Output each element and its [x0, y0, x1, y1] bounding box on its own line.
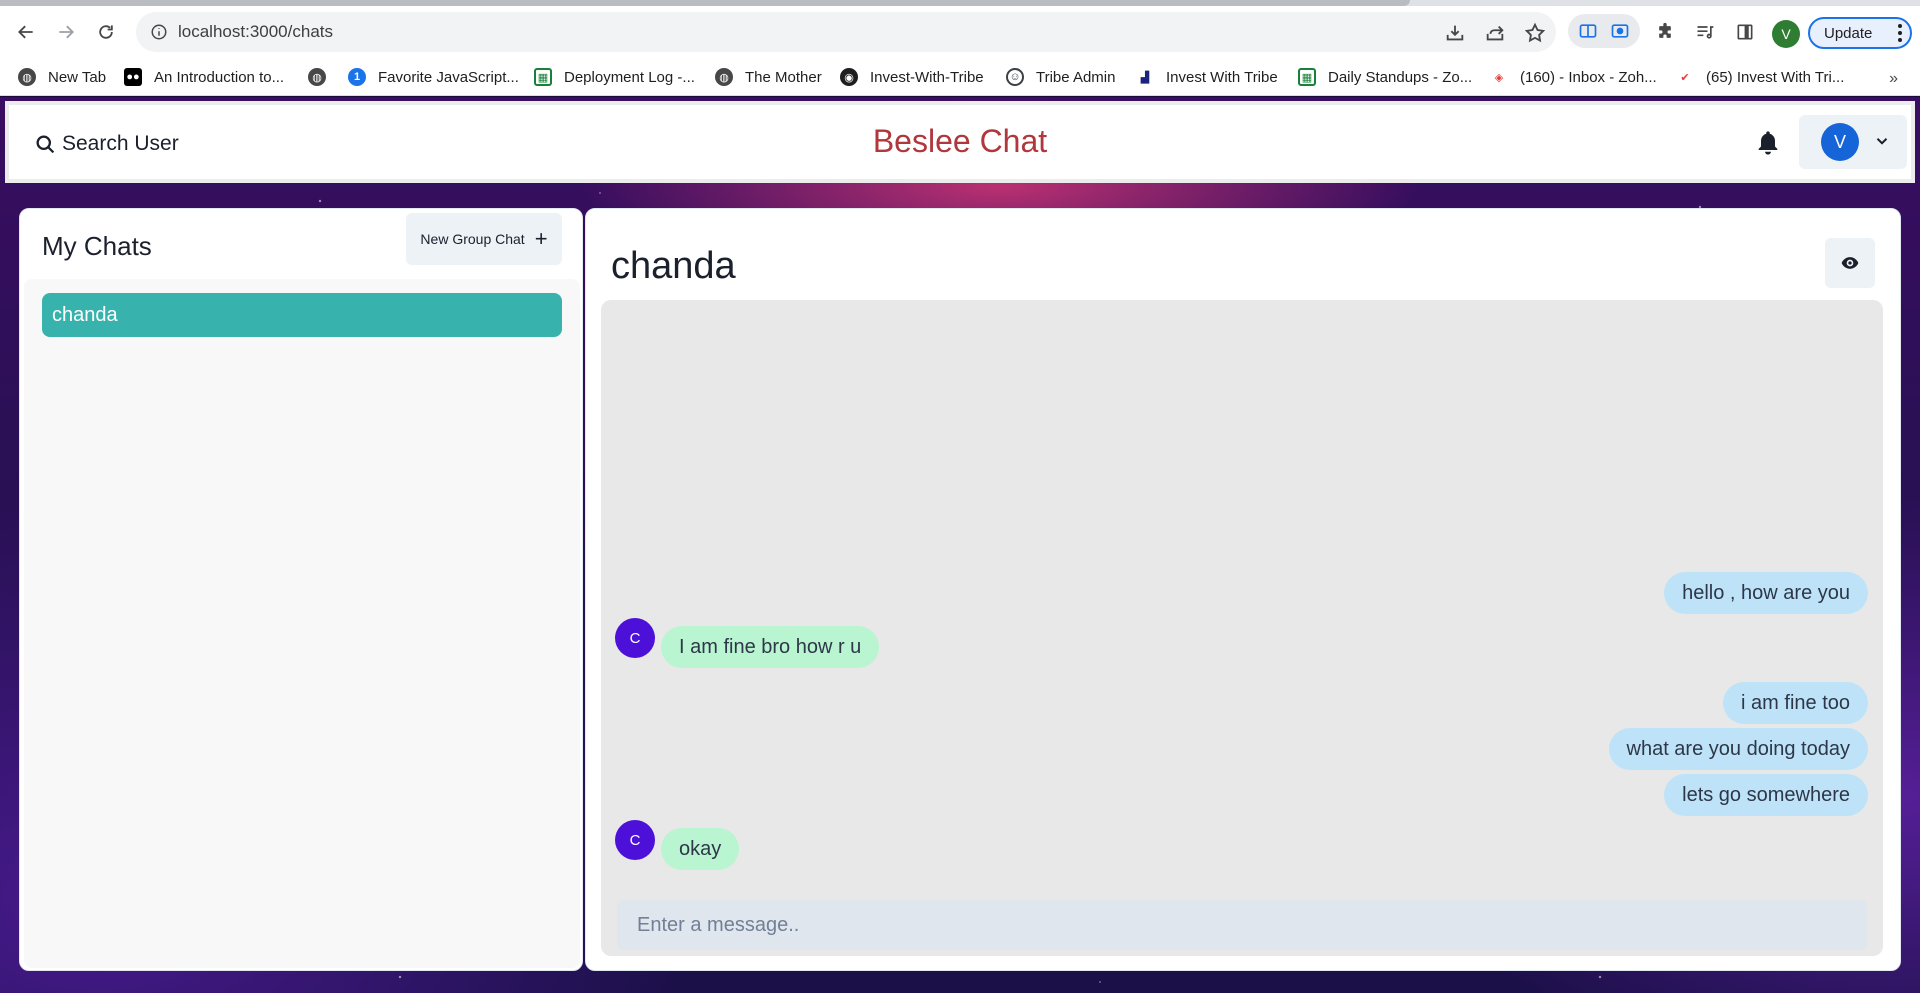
reload-icon	[99, 25, 113, 39]
bookmark-item[interactable]: ●● An Introduction to...	[124, 64, 284, 90]
extension-group[interactable]	[1568, 14, 1640, 48]
zoho-mail-icon: ◈	[1490, 68, 1508, 86]
sheets-icon: ▦	[534, 68, 552, 86]
message-received: I am fine bro how r u	[661, 626, 880, 668]
url-text[interactable]: localhost:3000/chats	[178, 22, 333, 42]
bookmark-item[interactable]: ◉ Invest-With-Tribe	[840, 64, 984, 90]
view-profile-button[interactable]	[1825, 238, 1875, 288]
back-button[interactable]	[10, 16, 42, 48]
chat-list: chanda	[24, 279, 580, 968]
chevron-down-icon	[1876, 138, 1888, 145]
sheets-icon: ▦	[1298, 68, 1316, 86]
chat-list-item[interactable]: chanda	[42, 293, 562, 337]
update-button[interactable]: Update	[1808, 17, 1912, 49]
app-brand-title: Beslee Chat	[872, 123, 1048, 159]
install-app-icon[interactable]	[1444, 22, 1466, 44]
bell-icon[interactable]	[1754, 129, 1782, 157]
bookmark-item[interactable]: ▟ Invest With Tribe	[1136, 64, 1278, 90]
search-user-button[interactable]: Search User	[35, 127, 179, 161]
new-group-chat-button[interactable]: New Group Chat +	[406, 213, 562, 265]
share-icon[interactable]	[1484, 22, 1506, 44]
address-bar[interactable]: localhost:3000/chats	[136, 12, 1556, 52]
media-controls-button[interactable]	[1690, 17, 1720, 47]
message-sent: what are you doing today	[1608, 728, 1868, 770]
one-password-icon: 1	[348, 68, 366, 86]
app-page: Search User Beslee Chat V My Chats New G…	[0, 97, 1920, 993]
bookmark-item[interactable]: 1 Favorite JavaScript...	[348, 64, 519, 90]
github-icon: ◉	[840, 68, 858, 86]
bookmark-item[interactable]: ✔ (65) Invest With Tri...	[1676, 64, 1844, 90]
update-label: Update	[1824, 24, 1873, 42]
globe-icon: ◍	[308, 68, 326, 86]
playlist-icon	[1697, 26, 1714, 39]
bookmark-star-icon[interactable]	[1524, 22, 1546, 44]
gmail-check-icon: ✔	[1676, 68, 1694, 86]
plus-icon: +	[534, 226, 548, 251]
extension-reader-icon[interactable]	[1578, 21, 1598, 41]
user-avatar: V	[1821, 123, 1859, 161]
my-chats-title: My Chats	[42, 231, 152, 261]
more-menu-icon[interactable]	[1898, 24, 1902, 42]
globe-icon: ◍	[715, 68, 733, 86]
search-user-label: Search User	[62, 132, 179, 155]
side-panel-button[interactable]	[1730, 17, 1760, 47]
new-group-chat-label: New Group Chat	[420, 231, 525, 247]
bookmark-item[interactable]: ▦ Daily Standups - Zo...	[1298, 64, 1472, 90]
sender-avatar: C	[615, 618, 655, 658]
browser-toolbar: localhost:3000/chats V Update	[0, 6, 1920, 58]
extensions-button[interactable]	[1650, 17, 1680, 47]
message-sent: hello , how are you	[1664, 572, 1868, 614]
bookmark-item[interactable]: ◍ The Mother	[715, 64, 822, 90]
user-menu-button[interactable]: V	[1799, 115, 1907, 169]
message-sent: lets go somewhere	[1664, 774, 1868, 816]
eye-icon	[1841, 257, 1859, 269]
bookmark-item[interactable]: ▦ Deployment Log -...	[534, 64, 695, 90]
app-header: Search User Beslee Chat V	[5, 101, 1915, 183]
chat-peer-name: chanda	[611, 245, 736, 287]
bookmarks-overflow-icon[interactable]: »	[1889, 70, 1898, 88]
my-chats-panel: My Chats New Group Chat + chanda	[19, 208, 583, 971]
chat-window: chanda hello , how are you C I am fine b…	[585, 208, 1901, 971]
message-received: okay	[661, 828, 740, 870]
globe-icon: ◍	[18, 68, 36, 86]
message-sent: i am fine too	[1723, 682, 1868, 724]
search-icon	[36, 134, 55, 153]
bookmark-item[interactable]: ☺ Tribe Admin	[1006, 64, 1115, 90]
puzzle-icon	[1659, 22, 1671, 38]
message-input[interactable]	[617, 900, 1867, 950]
tribe-icon: ☺	[1006, 68, 1024, 86]
medium-icon: ●●	[124, 68, 142, 86]
bookmarks-bar: ◍ New Tab ●● An Introduction to... ◍ 1 Favo…	[0, 58, 1920, 96]
reload-button[interactable]	[90, 16, 122, 48]
browser-profile-avatar[interactable]: V	[1772, 20, 1800, 48]
sender-avatar: C	[615, 820, 655, 860]
message-area: hello , how are you C I am fine bro how …	[601, 300, 1883, 956]
bookmark-item[interactable]: ◍	[308, 64, 326, 90]
extension-capture-icon[interactable]	[1610, 21, 1630, 41]
forward-button[interactable]	[50, 16, 82, 48]
side-panel-icon	[1737, 24, 1753, 40]
bookmark-item[interactable]: ◈ (160) - Inbox - Zoh...	[1490, 64, 1657, 90]
arrow-right-icon	[59, 25, 74, 39]
bookmark-item[interactable]: ◍ New Tab	[18, 64, 106, 90]
site-info-icon[interactable]	[150, 23, 168, 41]
arrow-left-icon	[18, 25, 33, 39]
chart-icon: ▟	[1136, 68, 1154, 86]
